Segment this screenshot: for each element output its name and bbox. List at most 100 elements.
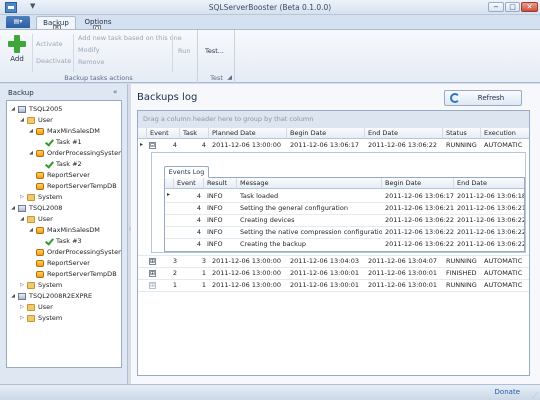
cell-event: 4 [196, 228, 201, 236]
cell-end-date: 2011-12-06 13:06:21 [457, 204, 525, 212]
column-header-task[interactable]: Task [180, 128, 209, 139]
tree-item-folder[interactable]: ▷ System [18, 313, 62, 324]
table-row[interactable]: 4 INFO Setting the general configuration… [165, 202, 525, 214]
tree-item-label: ReportServer [47, 171, 90, 179]
tree-item-folder[interactable]: ◢ User [18, 214, 53, 225]
tree-toggle-icon[interactable]: ◢ [18, 214, 26, 225]
group-by-panel[interactable]: Drag a column header here to group by th… [138, 111, 529, 128]
server-tree: ◢ TSQL2005 ◢ User ◢ MaxMinSalesDM Task #1 ◢… [6, 100, 122, 368]
cell-end-date: 2011-12-06 13:04:07 [368, 257, 438, 265]
cell-event: 4 [196, 240, 201, 248]
cell-end-date: 2011-12-06 13:06:22 [457, 240, 525, 248]
tree-toggle-icon[interactable]: ◢ [27, 126, 35, 137]
modify-button[interactable]: Modify [78, 46, 100, 54]
tree-item-folder[interactable]: ▷ User [18, 302, 53, 313]
column-header-result[interactable]: Result [204, 178, 237, 189]
tree-item-database[interactable]: ◢ MaxMinSalesDM [27, 126, 100, 137]
tree-toggle-icon[interactable]: ▷ [18, 192, 26, 203]
database-icon [36, 128, 44, 135]
tree-toggle-icon[interactable]: ◢ [9, 104, 17, 115]
donate-link[interactable]: Donate [495, 388, 520, 396]
tree-item-task[interactable]: Task #1 [36, 137, 82, 148]
tree-item-database[interactable]: ReportServer [27, 258, 90, 269]
database-icon [36, 227, 44, 234]
close-button[interactable]: ✕ [521, 2, 538, 12]
tree-toggle-icon[interactable]: ◢ [27, 148, 35, 159]
row-indicator-header [165, 178, 174, 189]
deactivate-button[interactable]: Deactivate [36, 57, 71, 65]
cell-begin-date: 2011-12-06 13:06:22 [385, 240, 454, 248]
dialog-launcher-icon[interactable]: ◢ [227, 74, 232, 81]
maximize-button[interactable]: □ [505, 2, 520, 12]
cell-end-date: 2011-12-06 13:00:01 [368, 269, 438, 277]
cell-end-date: 2011-12-06 13:06:22 [457, 216, 525, 224]
table-row[interactable]: 4 INFO Setting the native compression co… [165, 226, 525, 238]
remove-button[interactable]: Remove [78, 58, 104, 66]
column-header-message[interactable]: Message [237, 178, 382, 189]
column-header-begin-date[interactable]: Begin Date [382, 178, 454, 189]
resize-grip-icon[interactable]: ⋰ [532, 392, 538, 399]
table-row[interactable]: ⊞ 1 1 2011-12-06 13:00:00 2011-12-06 13:… [138, 280, 529, 291]
tree-item-database[interactable]: ReportServerTempDB [27, 181, 117, 192]
column-header-planned-date[interactable]: Planned Date [209, 128, 287, 139]
table-row[interactable]: ▸ 4 INFO Task loaded 2011-12-06 13:06:17… [165, 190, 524, 202]
cell-task: 3 [201, 257, 206, 265]
tree-item-folder[interactable]: ▷ System [18, 280, 62, 291]
column-header-event[interactable]: Event [174, 178, 204, 189]
tree-item-server[interactable]: ◢ TSQL2008 [9, 203, 62, 214]
add-button[interactable]: Add [0, 30, 34, 70]
add-new-task-button[interactable]: Add new task based on this one [78, 34, 182, 42]
run-button[interactable]: Run [178, 47, 190, 55]
tree-item-database[interactable]: OrderProcessingSystem [27, 247, 121, 258]
tree-toggle-icon[interactable]: ▷ [18, 313, 26, 324]
column-header-begin-date[interactable]: Begin Date [287, 128, 365, 139]
application-menu-button[interactable]: ▤▾ [6, 16, 30, 28]
tree-toggle-icon[interactable]: ▷ [18, 280, 26, 291]
tree-item-label: System [38, 193, 63, 201]
tree-toggle-icon[interactable]: ◢ [27, 225, 35, 236]
test-button[interactable]: Test... [205, 47, 224, 55]
column-header-end-date[interactable]: End Date [454, 178, 524, 189]
activate-button[interactable]: Activate [36, 40, 63, 48]
tree-item-task[interactable]: Task #3 [36, 236, 82, 247]
tree-item-database[interactable]: ◢ OrderProcessingSystem [27, 148, 121, 159]
tree-item-folder[interactable]: ▷ System [18, 192, 62, 203]
tree-item-database[interactable]: ReportServer [27, 170, 90, 181]
minimize-button[interactable]: − [488, 2, 504, 12]
backups-log-panel: Backups log Refresh Drag a column header… [131, 84, 540, 384]
cell-begin-date: 2011-12-06 13:06:22 [385, 216, 454, 224]
refresh-button[interactable]: Refresh [444, 90, 522, 106]
column-header-end-date[interactable]: End Date [365, 128, 443, 139]
tree-item-task[interactable]: Task #2 [36, 159, 82, 170]
sidebar-title: Backup [8, 89, 34, 97]
cell-status: RUNNING [446, 257, 477, 265]
cell-result: INFO [207, 240, 223, 248]
table-row[interactable]: 4 INFO Creating the backup 2011-12-06 13… [165, 238, 525, 250]
tree-toggle-icon[interactable]: ◢ [18, 115, 26, 126]
tree-toggle-icon[interactable]: ◢ [9, 291, 17, 302]
refresh-label: Refresh [477, 94, 505, 102]
folder-icon [27, 315, 35, 322]
tree-toggle-icon[interactable]: ▷ [18, 302, 26, 313]
table-row[interactable]: 4 INFO Creating devices 2011-12-06 13:06… [165, 214, 525, 226]
cell-begin-date: 2011-12-06 13:00:01 [290, 269, 360, 277]
tree-item-database[interactable]: ReportServerTempDB [27, 269, 117, 280]
column-header-status[interactable]: Status [443, 128, 481, 139]
cell-status: RUNNING [446, 281, 477, 289]
tree-toggle-icon[interactable]: ◢ [9, 203, 17, 214]
tree-item-server[interactable]: ◢ TSQL2008R2EXPRE [9, 291, 92, 302]
table-row[interactable]: ⊞ 3 3 2011-12-06 13:00:00 2011-12-06 13:… [138, 256, 529, 267]
cell-end-date: 2011-12-06 13:06:22 [457, 228, 525, 236]
tab-events-log[interactable]: Events Log [164, 166, 209, 178]
cell-result: INFO [207, 228, 223, 236]
tree-item-server[interactable]: ◢ TSQL2005 [9, 104, 62, 115]
collapse-panel-icon[interactable]: « [113, 88, 117, 96]
cell-status: RUNNING [446, 141, 477, 149]
tree-item-database[interactable]: ◢ MaxMinSalesDM [27, 225, 100, 236]
column-header-execution[interactable]: Execution [481, 128, 529, 139]
table-row[interactable]: ⊞ 2 1 2011-12-06 13:00:00 2011-12-06 13:… [138, 268, 529, 279]
column-header-event[interactable]: Event [147, 128, 180, 139]
tree-item-label: TSQL2008 [29, 204, 63, 212]
table-row[interactable]: ▸ ⊟ 4 4 2011-12-06 13:00:00 2011-12-06 1… [138, 140, 529, 151]
tree-item-folder[interactable]: ◢ User [18, 115, 53, 126]
